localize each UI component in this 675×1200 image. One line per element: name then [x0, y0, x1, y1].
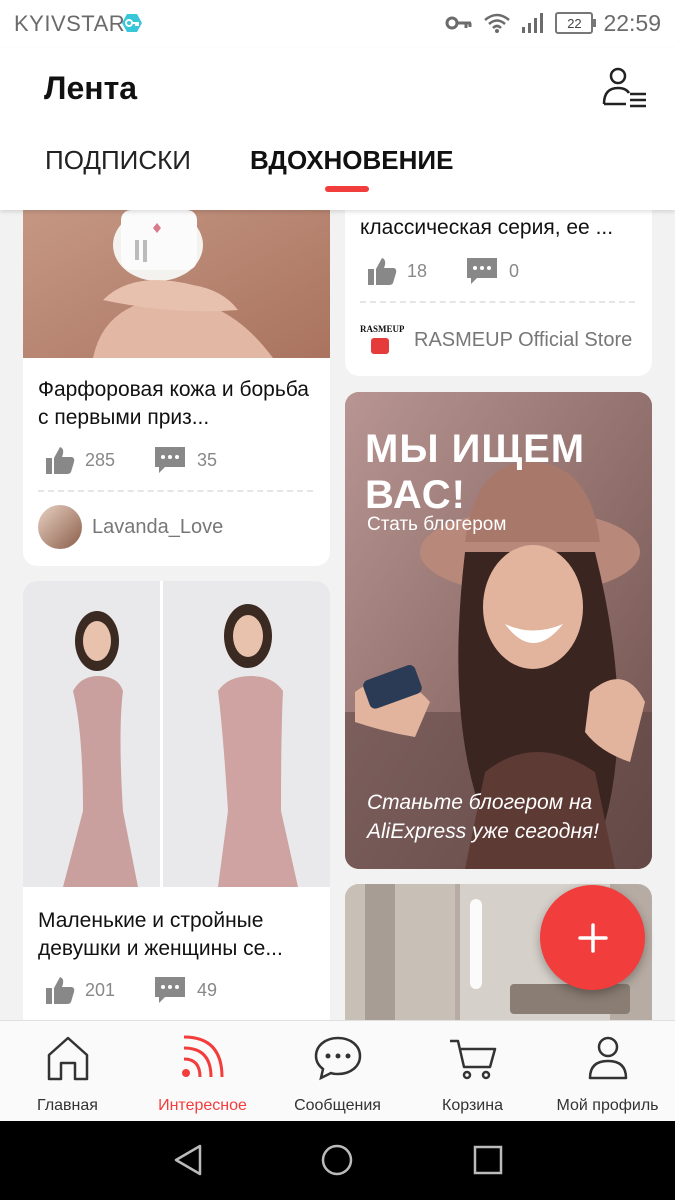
author-name: Lavanda_Love: [92, 515, 224, 538]
banner-subtitle: Стать блогером: [367, 514, 507, 535]
chat-icon: [314, 1036, 362, 1081]
home-circle-icon[interactable]: [320, 1143, 354, 1177]
post-card[interactable]: Фарфоровая кожа и борьба с первыми приз.…: [23, 210, 330, 566]
nav-messages[interactable]: Сообщения: [270, 1021, 405, 1121]
become-blogger-banner[interactable]: МЫ ИЩЕМ ВАС! Стать блогером Станьте блог…: [345, 392, 652, 869]
active-tab-indicator: [325, 186, 369, 192]
tab-subscriptions[interactable]: ПОДПИСКИ: [45, 145, 191, 176]
divider: [38, 490, 313, 492]
comment-count: 49: [197, 979, 218, 1000]
clock: 22:59: [603, 9, 661, 36]
carrier-label: KYIVSTAR: [14, 11, 126, 36]
signal-icon: [522, 13, 544, 33]
nav-label: Мой профиль: [556, 1097, 659, 1114]
like-icon: [46, 447, 75, 474]
page-title: Лента: [44, 70, 138, 106]
vpn-key-icon: [122, 14, 142, 32]
post-author[interactable]: RASMEUP RASMEUP Official Store: [360, 318, 632, 362]
comment-icon: [467, 258, 497, 284]
battery-level: 22: [567, 15, 582, 31]
like-icon: [46, 977, 75, 1004]
banner-heading: МЫ ИЩЕМ ВАС!: [365, 427, 586, 517]
cart-icon: [450, 1039, 497, 1080]
store-logo-text: RASMEUP: [360, 324, 404, 334]
tab-inspiration[interactable]: ВДОХНОВЕНИЕ: [250, 145, 453, 176]
nav-label: Главная: [37, 1097, 98, 1114]
nav-label: Корзина: [442, 1097, 503, 1114]
comment-icon: [155, 447, 185, 473]
post-card[interactable]: Маленькие и стройные девушки и женщины с…: [23, 581, 330, 1020]
like-stat[interactable]: 201: [45, 975, 115, 1005]
like-count: 18: [407, 260, 428, 281]
feed-header: Лента ПОДПИСКИ ВДОХНОВЕНИЕ: [0, 48, 675, 210]
like-count: 285: [85, 449, 116, 470]
store-logo: RASMEUP: [360, 318, 404, 362]
post-title: классическая серия, ее ...: [360, 216, 614, 239]
like-count: 201: [85, 979, 116, 1000]
battery-icon: 22: [555, 12, 597, 34]
post-title: Фарфоровая кожа и борьба с первыми приз.…: [38, 378, 309, 429]
like-icon: [368, 258, 397, 285]
back-icon[interactable]: [172, 1143, 204, 1177]
wifi-icon: [484, 13, 511, 33]
like-stat[interactable]: 285: [45, 445, 115, 475]
author-name: RASMEUP Official Store: [414, 328, 633, 351]
post-title: Маленькие и стройные девушки и женщины с…: [38, 909, 283, 960]
post-image: [23, 210, 330, 358]
nav-interesting[interactable]: Интересное: [135, 1021, 270, 1121]
comment-icon: [155, 977, 185, 1003]
recents-icon[interactable]: [473, 1145, 503, 1175]
nav-cart[interactable]: Корзина: [405, 1021, 540, 1121]
comment-count: 35: [197, 449, 218, 470]
system-navigation-bar: [0, 1120, 675, 1200]
nav-label: Сообщения: [294, 1097, 381, 1114]
home-icon: [47, 1036, 89, 1081]
profile-icon: [588, 1036, 628, 1080]
post-card[interactable]: классическая серия, ее ... 18 0 RASMEUP …: [345, 210, 652, 376]
avatar: [38, 505, 82, 549]
post-author[interactable]: Lavanda_Love: [38, 505, 223, 549]
nav-profile[interactable]: Мой профиль: [540, 1021, 675, 1121]
feed-icon: [182, 1035, 224, 1078]
key-icon: [445, 16, 472, 30]
banner-caption: Станьте блогером на AliExpress уже сегод…: [367, 791, 599, 843]
store-badge-icon: [371, 338, 389, 354]
nav-home[interactable]: Главная: [0, 1021, 135, 1121]
plus-icon: [577, 922, 608, 953]
divider: [360, 301, 635, 303]
create-post-button[interactable]: [540, 885, 645, 990]
post-image: [23, 581, 330, 887]
comment-count: 0: [509, 260, 520, 281]
subscriptions-profile-icon[interactable]: [600, 66, 648, 108]
like-stat[interactable]: 18: [367, 256, 427, 286]
comment-stat[interactable]: 0: [465, 256, 519, 286]
status-bar: KYIVSTAR 22 22:59: [0, 0, 675, 48]
comment-stat[interactable]: 35: [153, 445, 217, 475]
bottom-navigation: Главная Интересное Сообщения Корзина Мой…: [0, 1020, 675, 1121]
comment-stat[interactable]: 49: [153, 975, 217, 1005]
nav-label: Интересное: [158, 1097, 247, 1114]
